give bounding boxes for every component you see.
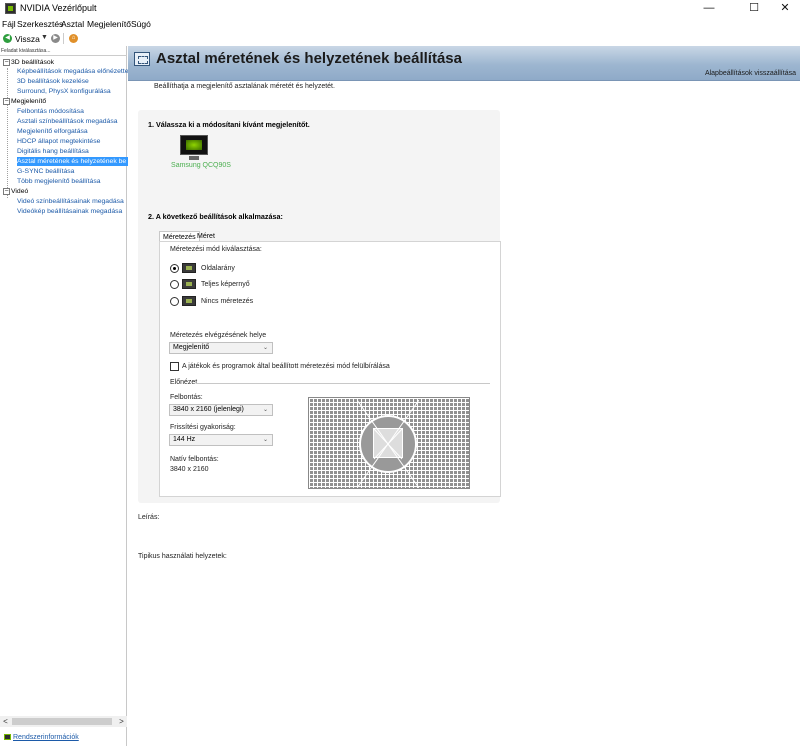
monitor-selector[interactable]: Samsung QCQ90S: [166, 135, 236, 173]
monitor-name: Samsung QCQ90S: [171, 162, 231, 169]
tree-item-surround-physx[interactable]: Surround, PhysX konfigurálása: [17, 87, 111, 96]
collapse-icon[interactable]: −: [3, 188, 10, 195]
tree-item-desktop-color[interactable]: Asztali színbeállítások megadása: [17, 117, 118, 126]
tree-item-change-resolution[interactable]: Felbontás módosítása: [17, 107, 84, 116]
override-scaling-label[interactable]: A játékok és programok által beállított …: [182, 363, 390, 370]
chevron-down-icon: ⌄: [262, 437, 268, 443]
minimize-button[interactable]: —: [692, 0, 726, 17]
preview-label: Előnézet: [170, 379, 198, 386]
tree-item-video-color[interactable]: Videó színbeállításainak megadása: [17, 197, 124, 206]
task-tree-pane: Feladat kiválasztása... − 3D beállítások …: [0, 46, 129, 746]
full-screen-icon: [182, 279, 196, 289]
tree-item-hdcp-status[interactable]: HDCP állapot megtekintése: [17, 137, 100, 146]
nvidia-app-icon: [5, 3, 16, 14]
menu-display[interactable]: Megjelenítő: [87, 19, 131, 29]
desktop-size-icon: [134, 52, 150, 66]
refresh-rate-label: Frissítési gyakoriság:: [170, 424, 236, 431]
scroll-right-icon[interactable]: >: [116, 716, 127, 727]
toolbar: ◀ Vissza ▼ ▶ ⌂: [0, 31, 800, 46]
no-scaling-label[interactable]: Nincs méretezés: [201, 298, 253, 305]
monitor-icon: [180, 135, 208, 155]
no-scaling-icon: [182, 296, 196, 306]
page-title: Asztal méretének és helyzetének beállítá…: [156, 50, 462, 67]
menu-file[interactable]: Fájl: [2, 19, 16, 29]
page-intro: Beállíthatja a megjelenítő asztalának mé…: [154, 83, 335, 90]
back-label[interactable]: Vissza: [15, 34, 40, 44]
system-info-icon: [4, 734, 11, 740]
chevron-down-icon: ⌄: [262, 407, 268, 413]
chevron-down-icon: ⌄: [262, 345, 268, 351]
tree-category-3d[interactable]: −3D beállítások: [3, 58, 54, 67]
menu-bar: Fájl Szerkesztés Asztal Megjelenítő Súgó: [0, 18, 800, 30]
radio-aspect-ratio[interactable]: [170, 264, 179, 273]
tree-item-image-settings[interactable]: Képbeállítások megadása előnézette: [17, 67, 128, 76]
full-screen-label[interactable]: Teljes képernyő: [201, 281, 250, 288]
aspect-ratio-label[interactable]: Oldalarány: [201, 265, 235, 272]
maximize-button[interactable]: ☐: [737, 0, 771, 17]
resolution-dropdown[interactable]: 3840 x 2160 (jelenlegi) ⌄: [169, 404, 273, 416]
override-scaling-checkbox[interactable]: [170, 362, 179, 371]
monitor-stand: [189, 156, 199, 160]
radio-no-scaling[interactable]: [170, 297, 179, 306]
tree-item-gsync[interactable]: G-SYNC beállítása: [17, 167, 74, 176]
native-resolution-value: 3840 x 2160: [170, 466, 209, 473]
menu-edit[interactable]: Szerkesztés: [17, 19, 63, 29]
radio-full-screen[interactable]: [170, 280, 179, 289]
close-button[interactable]: ✕: [768, 0, 800, 17]
collapse-icon[interactable]: −: [3, 98, 10, 105]
resolution-label: Felbontás:: [170, 394, 203, 401]
back-arrow-icon: ◀: [3, 34, 12, 43]
tree-item-manage-3d[interactable]: 3D beállítások kezelése: [17, 77, 89, 86]
content-pane: Asztal méretének és helyzetének beállítá…: [128, 46, 800, 746]
tree-item-video-image[interactable]: Videókép beállításainak megadása: [17, 207, 122, 216]
tree-item-rotate-display[interactable]: Megjelenítő elforgatása: [17, 127, 88, 136]
page-header: Asztal méretének és helyzetének beállítá…: [128, 46, 800, 81]
horizontal-scrollbar[interactable]: < >: [0, 716, 127, 727]
description-label: Leírás:: [138, 514, 160, 521]
perform-scaling-on-label: Méretezés elvégzésének helye: [170, 332, 267, 339]
perform-scaling-on-dropdown[interactable]: Megjelenítő ⌄: [169, 342, 273, 354]
toolbar-divider: [63, 33, 64, 44]
tree-item-desktop-size-position[interactable]: Asztal méretének és helyzetének be: [17, 157, 129, 166]
preview-diagonals: [357, 400, 419, 488]
menu-help[interactable]: Súgó: [131, 19, 151, 29]
title-bar: NVIDIA Vezérlőpult — ☐ ✕: [0, 0, 800, 17]
back-dropdown-icon[interactable]: ▼: [41, 34, 48, 41]
scaling-mode-label: Méretezési mód kiválasztása:: [170, 246, 262, 253]
step1-heading: 1. Válassza ki a módosítani kívánt megje…: [148, 120, 310, 129]
tree-item-multiple-displays[interactable]: Több megjelenítő beállítása: [17, 177, 101, 186]
native-resolution-label: Natív felbontás:: [170, 456, 219, 463]
task-header: Feladat kiválasztása...: [0, 48, 127, 56]
aspect-ratio-icon: [182, 263, 196, 273]
restore-defaults-link[interactable]: Alapbeállítások visszaállítása: [705, 70, 796, 77]
tree-category-display[interactable]: − Megjelenítő: [3, 97, 46, 106]
home-icon[interactable]: ⌂: [69, 34, 78, 43]
tree-item-digital-audio[interactable]: Digitális hang beállítása: [17, 147, 89, 156]
scaling-panel: Méretezési mód kiválasztása: Oldalarány …: [159, 241, 501, 497]
scroll-left-icon[interactable]: <: [0, 716, 11, 727]
preview-group-divider: [196, 383, 490, 384]
tree-guide-line: [7, 68, 8, 198]
tree-category-video[interactable]: − Videó: [3, 187, 28, 196]
typical-usage-label: Tipikus használati helyzetek:: [138, 553, 227, 560]
collapse-icon[interactable]: −: [3, 59, 10, 66]
window-title: NVIDIA Vezérlőpult: [20, 3, 97, 13]
menu-desktop[interactable]: Asztal: [61, 19, 84, 29]
scrollbar-thumb[interactable]: [12, 718, 112, 725]
forward-arrow-icon[interactable]: ▶: [51, 34, 60, 43]
scaling-preview: [308, 397, 470, 489]
step2-heading: 2. A következő beállítások alkalmazása:: [148, 212, 283, 221]
system-info-link[interactable]: Rendszerinformációk: [4, 734, 79, 741]
refresh-rate-dropdown[interactable]: 144 Hz ⌄: [169, 434, 273, 446]
